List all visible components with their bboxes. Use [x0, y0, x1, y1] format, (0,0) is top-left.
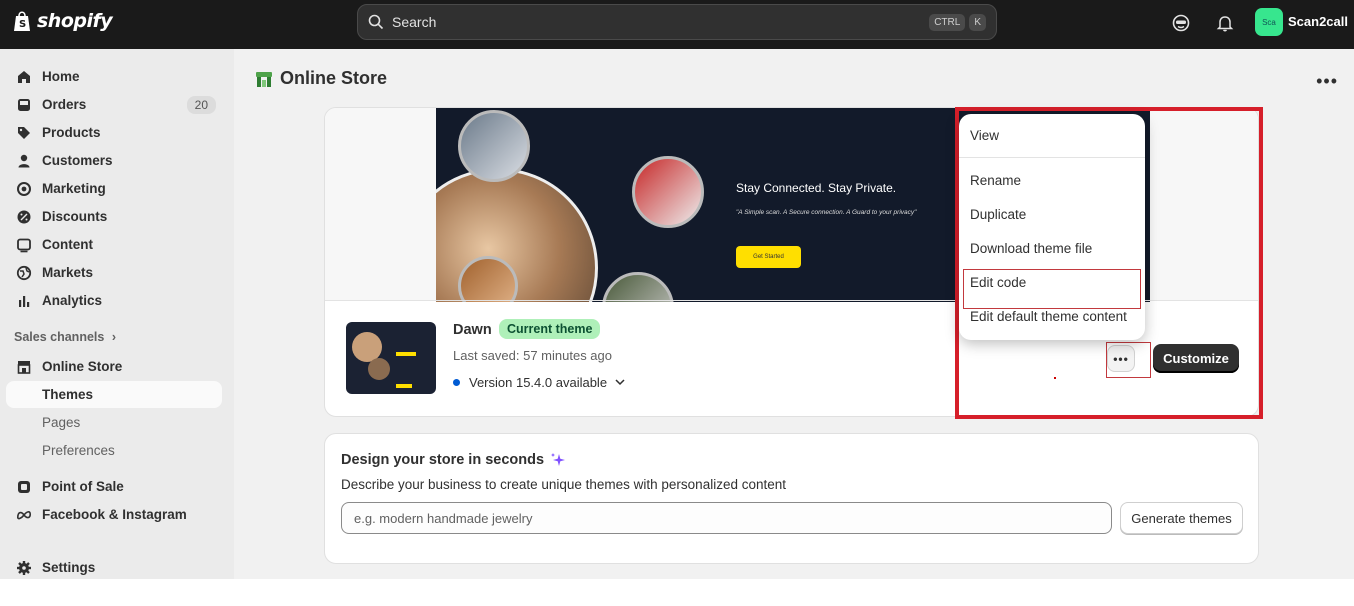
sidebar-label-home: Home	[42, 69, 80, 84]
chevron-right-icon: ›	[111, 330, 116, 344]
sparkle-icon	[550, 452, 566, 468]
top-bar: S shopify Search CTRL K Sca Scan2call	[0, 0, 1354, 49]
globe-icon	[16, 265, 32, 281]
design-title-text: Design your store in seconds	[341, 452, 545, 468]
shopping-bag-icon: S	[13, 10, 31, 32]
preview-headline: Stay Connected. Stay Private.	[736, 181, 897, 195]
sidebar-item-analytics[interactable]: Analytics	[6, 287, 222, 314]
shortcut-k-key: K	[969, 13, 986, 31]
sidebar-item-products[interactable]: Products	[6, 119, 222, 146]
design-title: Design your store in seconds	[341, 452, 566, 468]
sidebar-item-preferences[interactable]: Preferences	[6, 437, 222, 464]
sidebar-item-settings[interactable]: Settings	[6, 554, 222, 581]
design-store-card: Design your store in seconds Describe yo…	[324, 433, 1259, 564]
page-title-text: Online Store	[280, 68, 388, 88]
sidebar-label-markets: Markets	[42, 265, 94, 280]
sidebar-item-point-of-sale[interactable]: Point of Sale	[6, 473, 222, 500]
sidebar-label-analytics: Analytics	[42, 293, 103, 308]
meta-icon	[16, 507, 32, 523]
theme-actions-menu: View Rename Duplicate Download theme fil…	[959, 114, 1145, 340]
search-bar[interactable]: Search CTRL K	[357, 4, 997, 40]
version-status-dot	[453, 379, 460, 386]
sidebar-label-products: Products	[42, 125, 101, 140]
annotation-dot	[1054, 377, 1056, 379]
sidebar-item-discounts[interactable]: Discounts	[6, 203, 222, 230]
sidebar-label-point-of-sale: Point of Sale	[42, 479, 124, 494]
content-icon	[16, 237, 32, 253]
pos-icon	[16, 479, 32, 495]
search-icon	[368, 14, 384, 30]
menu-item-view[interactable]: View	[970, 128, 999, 143]
sidebar-item-content[interactable]: Content	[6, 231, 222, 258]
sidebar-label-marketing: Marketing	[42, 181, 106, 196]
sidebar-item-pages[interactable]: Pages	[6, 409, 222, 436]
menu-item-edit-default-theme-content[interactable]: Edit default theme content	[970, 309, 1127, 324]
sidebar-label-pages: Pages	[42, 415, 81, 430]
sidebar-label-preferences: Preferences	[42, 443, 115, 458]
sidebar-item-markets[interactable]: Markets	[6, 259, 222, 286]
menu-item-rename[interactable]: Rename	[970, 173, 1021, 188]
inbox-icon	[16, 97, 32, 113]
current-theme-badge: Current theme	[499, 319, 601, 339]
generate-themes-button[interactable]: Generate themes	[1120, 502, 1243, 534]
home-icon	[16, 69, 32, 85]
sales-channels-heading[interactable]: Sales channels ›	[14, 330, 116, 344]
sidebar: Home Orders 20 Products Customers Market…	[0, 49, 234, 579]
chevron-down-icon	[615, 379, 625, 386]
sales-channels-label: Sales channels	[14, 330, 105, 344]
sidebar-label-online-store: Online Store	[42, 359, 123, 374]
search-label: Search	[392, 14, 437, 30]
menu-separator	[959, 157, 1145, 158]
svg-text:S: S	[19, 19, 26, 30]
tag-icon	[16, 125, 32, 141]
sidebar-label-content: Content	[42, 237, 93, 252]
version-available[interactable]: Version 15.4.0 available	[453, 375, 625, 390]
page-title: Online Store	[254, 68, 387, 89]
menu-item-download-theme-file[interactable]: Download theme file	[970, 241, 1092, 256]
shortcut-ctrl-key: CTRL	[929, 13, 966, 31]
sidebar-label-facebook-instagram: Facebook & Instagram	[42, 507, 187, 522]
menu-item-edit-code[interactable]: Edit code	[970, 275, 1026, 290]
person-icon	[16, 153, 32, 169]
brand-wordmark: shopify	[37, 10, 113, 32]
preview-subline: "A Simple scan. A Secure connection. A G…	[736, 209, 917, 216]
sidebar-item-online-store[interactable]: Online Store	[6, 353, 222, 380]
gear-icon	[16, 560, 32, 576]
sidebar-label-themes: Themes	[42, 387, 94, 402]
sidebar-item-themes[interactable]: Themes	[6, 381, 222, 408]
preview-cta-button: Get Started	[736, 246, 801, 268]
last-saved-text: Last saved: 57 minutes ago	[453, 348, 612, 363]
sidebar-label-discounts: Discounts	[42, 209, 108, 224]
design-description: Describe your business to create unique …	[341, 477, 786, 492]
sidebar-item-customers[interactable]: Customers	[6, 147, 222, 174]
sidebar-label-settings: Settings	[42, 560, 96, 575]
discount-icon	[16, 209, 32, 225]
theme-description-input[interactable]	[341, 502, 1112, 534]
sidebar-item-orders[interactable]: Orders 20	[6, 91, 222, 118]
preview-small-circle-4	[602, 272, 674, 302]
sidebar-label-orders: Orders	[42, 97, 87, 112]
sidebar-item-marketing[interactable]: Marketing	[6, 175, 222, 202]
sidebar-item-home[interactable]: Home	[6, 63, 222, 90]
preview-small-circle-1	[458, 110, 530, 182]
page-more-actions-icon[interactable]: •••	[1316, 71, 1338, 92]
target-icon	[16, 181, 32, 197]
theme-name: Dawn	[453, 322, 492, 338]
sidekick-icon[interactable]	[1171, 13, 1191, 33]
storefront-icon	[16, 359, 32, 375]
online-store-icon	[254, 69, 274, 89]
preview-small-circle-2	[632, 156, 704, 228]
orders-count-badge: 20	[186, 95, 216, 114]
version-text: Version 15.4.0 available	[469, 375, 608, 390]
avatar[interactable]: Sca	[1255, 8, 1283, 36]
sidebar-item-facebook-instagram[interactable]: Facebook & Instagram	[6, 501, 222, 528]
bell-icon[interactable]	[1215, 13, 1235, 33]
store-name[interactable]: Scan2call	[1288, 14, 1348, 29]
sidebar-label-customers: Customers	[42, 153, 113, 168]
menu-item-duplicate[interactable]: Duplicate	[970, 207, 1026, 222]
shopify-logo[interactable]: S shopify	[13, 10, 113, 32]
bottom-strip	[0, 579, 1354, 606]
bar-chart-icon	[16, 293, 32, 309]
theme-thumbnail[interactable]	[346, 322, 436, 394]
